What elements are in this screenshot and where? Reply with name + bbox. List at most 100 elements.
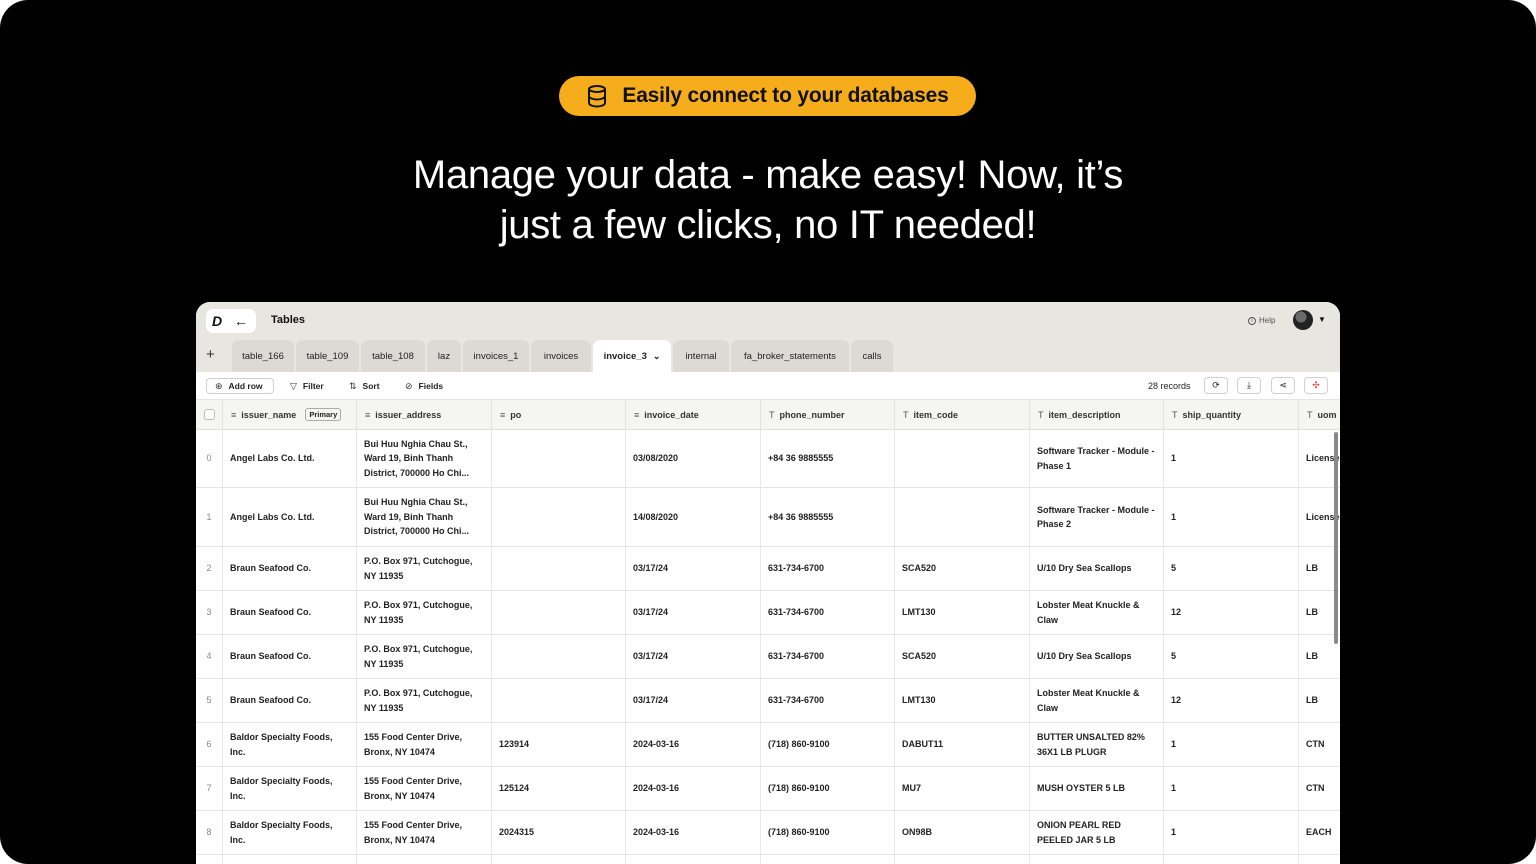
add-tab-plus-icon[interactable]: + — [206, 346, 215, 363]
table-cell-uom[interactable]: EACH — [1299, 811, 1340, 855]
row-index[interactable]: 4 — [196, 635, 223, 679]
table-cell-po[interactable] — [492, 430, 626, 488]
table-cell-issuer-address[interactable]: Bui Huu Nghia Chau St., Ward 19, Binh Th… — [357, 488, 492, 547]
table-cell-item-code[interactable]: SCA520 — [895, 635, 1030, 679]
table-cell-item-description[interactable]: U/10 Dry Sea Scallops — [1030, 635, 1164, 679]
table-cell-item-code[interactable]: SCA520 — [895, 547, 1030, 591]
row-index[interactable]: 6 — [196, 723, 223, 767]
table-cell-phone-number[interactable]: (718) 860-9100 — [761, 811, 895, 855]
table-cell-issuer-name[interactable]: Baldor Specialty Foods, Inc. — [223, 767, 357, 811]
table-cell-phone-number[interactable]: 631-734-6700 — [761, 591, 895, 635]
table-cell-issuer-address[interactable]: P.O. Box 971, Cutchogue, NY 11935 — [357, 635, 492, 679]
filter-button[interactable]: ▽ Filter — [290, 378, 324, 394]
tab-invoices[interactable]: invoices — [531, 340, 591, 372]
column-header-phone-number[interactable]: Tphone_number — [761, 400, 895, 430]
help-link[interactable]: i Help — [1248, 316, 1275, 325]
table-cell-item-code[interactable] — [895, 430, 1030, 488]
row-index[interactable]: 5 — [196, 679, 223, 723]
table-cell-ship-quantity[interactable]: 5 — [1164, 635, 1299, 679]
table-cell-ship-quantity[interactable] — [1164, 855, 1299, 864]
column-header-ship-quantity[interactable]: Tship_quantity — [1164, 400, 1299, 430]
table-cell-ship-quantity[interactable]: 1 — [1164, 723, 1299, 767]
tab-invoices-1[interactable]: invoices_1 — [463, 340, 529, 372]
table-cell-issuer-name[interactable]: Angel Labs Co. Ltd. — [223, 430, 357, 488]
app-logo-icon[interactable]: D — [206, 313, 228, 329]
refresh-icon[interactable]: ⟳ — [1204, 377, 1228, 394]
table-cell-phone-number[interactable]: +84 36 9885555 — [761, 430, 895, 488]
share-icon[interactable]: ⋖ — [1271, 377, 1295, 394]
vertical-scrollbar[interactable] — [1334, 432, 1338, 644]
table-cell-invoice-date[interactable] — [626, 855, 761, 864]
table-cell-item-code[interactable]: ON98B — [895, 811, 1030, 855]
table-cell-item-description[interactable]: Lobster Meat Knuckle & Claw — [1030, 679, 1164, 723]
table-cell-item-code[interactable]: MU7 — [895, 767, 1030, 811]
table-cell-phone-number[interactable]: +84 36 9885555 — [761, 488, 895, 547]
row-index[interactable]: 7 — [196, 767, 223, 811]
table-cell-item-description[interactable]: MUSH OYSTER 5 LB — [1030, 767, 1164, 811]
table-cell-po[interactable] — [492, 488, 626, 547]
table-cell-phone-number[interactable]: (718) 860-9100 — [761, 723, 895, 767]
table-cell-issuer-name[interactable]: Baldor Specialty Foods, Inc. — [223, 855, 357, 864]
table-cell-issuer-address[interactable]: 155 Food Center Drive, Bronx, NY 10474 — [357, 723, 492, 767]
row-index[interactable]: 1 — [196, 488, 223, 547]
tab-invoice-3[interactable]: invoice_3 ⌄ — [593, 340, 671, 372]
row-index[interactable]: 3 — [196, 591, 223, 635]
table-cell-uom[interactable]: CTN — [1299, 723, 1340, 767]
table-cell-phone-number[interactable]: (718) 860-9100 — [761, 767, 895, 811]
table-cell-ship-quantity[interactable]: 1 — [1164, 811, 1299, 855]
table-cell-ship-quantity[interactable]: 12 — [1164, 679, 1299, 723]
download-icon[interactable]: ⤓ — [1237, 377, 1261, 394]
table-cell-po[interactable] — [492, 679, 626, 723]
column-header-invoice-date[interactable]: ≡ invoice_date — [626, 400, 761, 430]
table-cell-issuer-address[interactable]: 155 Food Center Drive, Bronx, NY 10474 — [357, 767, 492, 811]
table-cell-phone-number[interactable] — [761, 855, 895, 864]
table-cell-item-description[interactable]: BUTTER UNSALTED 82% 36X1 LB PLUGR — [1030, 723, 1164, 767]
table-cell-issuer-address[interactable]: Bui Huu Nghia Chau St., Ward 19, Binh Th… — [357, 430, 492, 488]
table-cell-item-code[interactable] — [895, 488, 1030, 547]
tab-fa-broker-statements[interactable]: fa_broker_statements — [731, 340, 849, 372]
table-cell-issuer-address[interactable]: P.O. Box 971, Cutchogue, NY 11935 — [357, 591, 492, 635]
table-cell-invoice-date[interactable]: 03/17/24 — [626, 591, 761, 635]
table-cell-po[interactable] — [492, 547, 626, 591]
table-cell-item-code[interactable]: LMT130 — [895, 591, 1030, 635]
add-row-button[interactable]: ⊕ Add row — [206, 378, 274, 394]
table-cell-ship-quantity[interactable]: 12 — [1164, 591, 1299, 635]
table-cell-issuer-address[interactable]: 155 Food Center Drive, Bronx, NY 10474 — [357, 855, 492, 864]
table-cell-invoice-date[interactable]: 03/08/2020 — [626, 430, 761, 488]
table-cell-item-description[interactable] — [1030, 855, 1164, 864]
table-cell-item-description[interactable]: ONION PEARL RED PEELED JAR 5 LB — [1030, 811, 1164, 855]
tab-table-108[interactable]: table_108 — [361, 340, 425, 372]
row-index[interactable]: 2 — [196, 547, 223, 591]
back-arrow-icon[interactable]: ← — [228, 313, 254, 329]
tab-table-109[interactable]: table_109 — [296, 340, 359, 372]
table-cell-phone-number[interactable]: 631-734-6700 — [761, 635, 895, 679]
table-cell-item-code[interactable]: LMT130 — [895, 679, 1030, 723]
table-cell-item-code[interactable] — [895, 855, 1030, 864]
connect-icon[interactable]: ✣ — [1304, 377, 1328, 394]
table-cell-item-description[interactable]: U/10 Dry Sea Scallops — [1030, 547, 1164, 591]
table-cell-invoice-date[interactable]: 2024-03-16 — [626, 811, 761, 855]
table-cell-invoice-date[interactable]: 03/17/24 — [626, 547, 761, 591]
sort-button[interactable]: ⇅ Sort — [349, 378, 380, 394]
tab-calls[interactable]: calls — [851, 340, 893, 372]
table-cell-invoice-date[interactable]: 03/17/24 — [626, 679, 761, 723]
table-cell-issuer-address[interactable]: P.O. Box 971, Cutchogue, NY 11935 — [357, 679, 492, 723]
table-cell-uom[interactable]: CTN — [1299, 767, 1340, 811]
tab-laz[interactable]: laz — [427, 340, 461, 372]
table-cell-po[interactable]: 123914 — [492, 723, 626, 767]
table-cell-issuer-name[interactable]: Braun Seafood Co. — [223, 547, 357, 591]
table-cell-phone-number[interactable]: 631-734-6700 — [761, 679, 895, 723]
table-cell-po[interactable] — [492, 591, 626, 635]
table-cell-issuer-name[interactable]: Angel Labs Co. Ltd. — [223, 488, 357, 547]
table-cell-item-description[interactable]: Software Tracker - Module - Phase 1 — [1030, 430, 1164, 488]
table-cell-po[interactable] — [492, 855, 626, 864]
table-cell-issuer-name[interactable]: Braun Seafood Co. — [223, 635, 357, 679]
tab-table-166[interactable]: table_166 — [232, 340, 294, 372]
column-header-issuer-address[interactable]: ≡ issuer_address — [357, 400, 492, 430]
column-header-item-code[interactable]: Titem_code — [895, 400, 1030, 430]
avatar[interactable] — [1293, 310, 1313, 330]
table-cell-issuer-name[interactable]: Baldor Specialty Foods, Inc. — [223, 811, 357, 855]
table-cell-ship-quantity[interactable]: 1 — [1164, 430, 1299, 488]
table-cell-item-code[interactable]: DABUT11 — [895, 723, 1030, 767]
row-index[interactable]: 0 — [196, 430, 223, 488]
